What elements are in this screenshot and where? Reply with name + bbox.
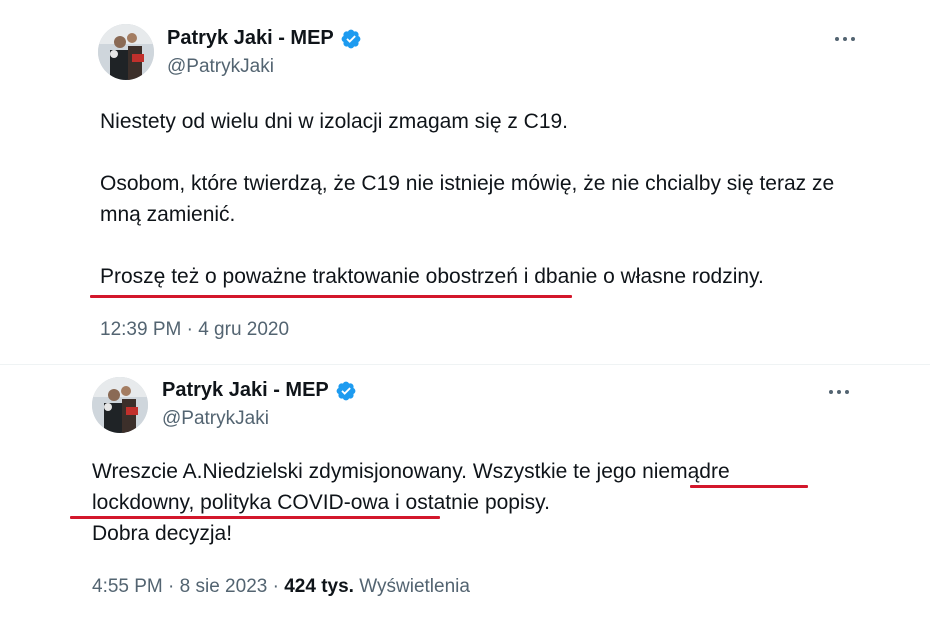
tweet-paragraph: Niestety od wielu dni w izolacji zmagam … <box>100 110 569 133</box>
views-label[interactable]: Wyświetlenia <box>359 576 470 597</box>
tweet-card-1[interactable]: Patryk Jaki - MEP @PatrykJaki Niestety o… <box>0 0 930 365</box>
tweet-line: Dobra decyzja! <box>92 522 233 545</box>
tweet-line: lockdowny, polityka COVID-owa i ostatnie… <box>92 491 550 514</box>
avatar-image <box>98 24 154 80</box>
author-name[interactable]: Patryk Jaki - MEP <box>167 27 334 50</box>
tweet-card-2[interactable]: Patryk Jaki - MEP @PatrykJaki Wreszcie A… <box>0 365 930 620</box>
avatar-image <box>92 377 148 433</box>
tweet-paragraph: Proszę też o poważne traktowanie obostrz… <box>100 265 764 288</box>
red-underline-annotation <box>690 485 808 488</box>
tweet-timestamp[interactable]: 12:39 PM · 4 gru 2020 <box>100 319 289 341</box>
verified-badge-icon <box>340 28 362 50</box>
verified-badge-icon <box>335 380 357 402</box>
more-options-icon[interactable] <box>827 380 851 404</box>
author-name[interactable]: Patryk Jaki - MEP <box>162 379 329 402</box>
author-handle[interactable]: @PatrykJaki <box>167 56 274 78</box>
avatar[interactable] <box>92 377 148 433</box>
tweet-timestamp[interactable]: 4:55 PM · 8 sie 2023 · <box>92 576 284 597</box>
avatar[interactable] <box>98 24 154 80</box>
views-count: 424 tys. <box>284 576 354 597</box>
tweet-text: Wreszcie A.Niedzielski zdymisjonowany. W… <box>92 456 872 549</box>
more-options-icon[interactable] <box>833 27 857 51</box>
red-underline-annotation <box>70 516 440 519</box>
tweet-paragraph: Osobom, które twierdzą, że C19 nie istni… <box>100 172 835 226</box>
author-handle[interactable]: @PatrykJaki <box>162 408 269 430</box>
tweet-metadata: 4:55 PM · 8 sie 2023 · 424 tys. Wyświetl… <box>92 576 470 598</box>
tweet-text: Niestety od wielu dni w izolacji zmagam … <box>100 106 860 292</box>
tweet-line: Wreszcie A.Niedzielski zdymisjonowany. W… <box>92 460 730 483</box>
red-underline-annotation <box>90 295 572 298</box>
